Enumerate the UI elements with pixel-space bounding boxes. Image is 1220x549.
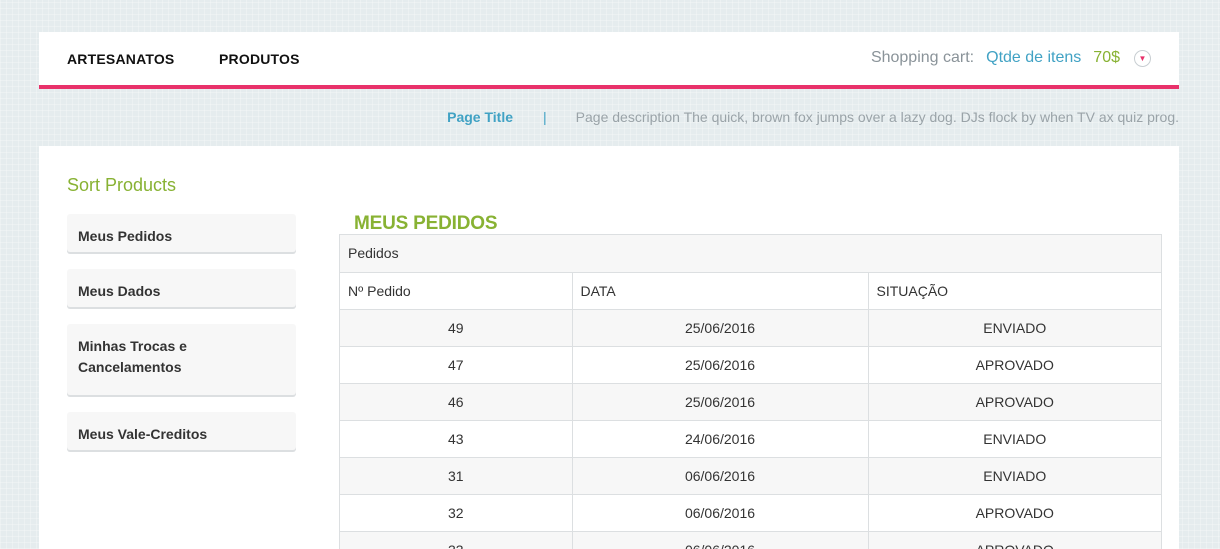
order-date: 25/06/2016 bbox=[571, 382, 869, 421]
table-row[interactable]: 43 24/06/2016 ENVIADO bbox=[340, 419, 1161, 458]
sidebar-item-trocas-cancelamentos[interactable]: Minhas Trocas e Cancelamentos bbox=[67, 324, 296, 395]
order-status: APROVADO bbox=[867, 493, 1161, 532]
order-date: 25/06/2016 bbox=[571, 345, 869, 384]
nav-link-artesanatos[interactable]: ARTESANATOS bbox=[67, 51, 174, 67]
chevron-down-icon: ▼ bbox=[1138, 53, 1147, 63]
main-content: Sort Products Meus Pedidos Meus Dados Mi… bbox=[39, 146, 1179, 549]
sort-products-title: Sort Products bbox=[67, 175, 177, 195]
orders-table: Pedidos Nº Pedido DATA SITUAÇÃO 49 25/06… bbox=[339, 234, 1162, 549]
order-number: 31 bbox=[340, 456, 573, 495]
table-row[interactable]: 33 06/06/2016 APROVADO bbox=[340, 530, 1161, 549]
column-header-date: DATA bbox=[571, 271, 869, 310]
table-row[interactable]: 47 25/06/2016 APROVADO bbox=[340, 345, 1161, 384]
order-status: APROVADO bbox=[867, 530, 1161, 549]
top-navigation-bar: ARTESANATOS PRODUTOS Shopping cart: Qtde… bbox=[39, 32, 1179, 85]
order-status: APROVADO bbox=[867, 345, 1161, 384]
table-header-row: Nº Pedido DATA SITUAÇÃO bbox=[340, 271, 1161, 310]
order-number: 43 bbox=[340, 419, 573, 458]
order-date: 06/06/2016 bbox=[571, 493, 869, 532]
table-row[interactable]: 31 06/06/2016 ENVIADO bbox=[340, 456, 1161, 495]
shopping-cart: Shopping cart: Qtde de itens 70$ ▼ bbox=[871, 49, 1151, 67]
cart-label: Shopping cart: bbox=[870, 49, 975, 66]
order-status: ENVIADO bbox=[867, 419, 1161, 458]
column-header-status: SITUAÇÃO bbox=[867, 271, 1161, 310]
order-number: 46 bbox=[340, 382, 573, 421]
order-number: 49 bbox=[340, 308, 573, 347]
orders-title: MEUS PEDIDOS bbox=[354, 213, 498, 234]
sidebar-item-label: Minhas Trocas e Cancelamentos bbox=[78, 338, 187, 375]
order-date: 25/06/2016 bbox=[571, 308, 869, 347]
order-number: 32 bbox=[340, 493, 573, 532]
order-status: APROVADO bbox=[867, 382, 1161, 421]
cart-dropdown-button[interactable]: ▼ bbox=[1134, 49, 1151, 67]
sidebar-item-meus-pedidos[interactable]: Meus Pedidos bbox=[67, 214, 296, 252]
sidebar-item-vale-creditos[interactable]: Meus Vale-Creditos bbox=[67, 412, 296, 450]
sidebar-item-label: Meus Dados bbox=[78, 283, 161, 299]
page-description: Page description The quick, brown fox ju… bbox=[575, 109, 1179, 125]
column-header-order-number: Nº Pedido bbox=[340, 271, 573, 310]
page-header-separator: | bbox=[543, 109, 547, 125]
order-number: 47 bbox=[340, 345, 573, 384]
table-row[interactable]: 46 25/06/2016 APROVADO bbox=[340, 382, 1161, 421]
page-title: Page Title bbox=[447, 109, 514, 125]
order-date: 24/06/2016 bbox=[571, 419, 869, 458]
cart-items-link[interactable]: Qtde de itens bbox=[986, 49, 1081, 67]
sidebar-item-label: Meus Pedidos bbox=[78, 228, 173, 244]
table-row[interactable]: 32 06/06/2016 APROVADO bbox=[340, 493, 1161, 532]
order-status: ENVIADO bbox=[867, 456, 1161, 495]
accent-divider bbox=[39, 85, 1179, 89]
order-number: 33 bbox=[340, 530, 573, 549]
sidebar-item-meus-dados[interactable]: Meus Dados bbox=[67, 269, 296, 307]
table-caption: Pedidos bbox=[340, 235, 1161, 273]
page-header: Page Title | Page description The quick,… bbox=[447, 109, 1179, 125]
table-row[interactable]: 49 25/06/2016 ENVIADO bbox=[340, 308, 1161, 347]
order-date: 06/06/2016 bbox=[571, 456, 869, 495]
nav-link-produtos[interactable]: PRODUTOS bbox=[219, 51, 300, 67]
order-date: 06/06/2016 bbox=[571, 530, 869, 549]
sidebar-item-label: Meus Vale-Creditos bbox=[78, 426, 208, 442]
order-status: ENVIADO bbox=[867, 308, 1161, 347]
table-caption-row: Pedidos bbox=[340, 235, 1161, 273]
cart-total: 70$ bbox=[1093, 49, 1120, 66]
